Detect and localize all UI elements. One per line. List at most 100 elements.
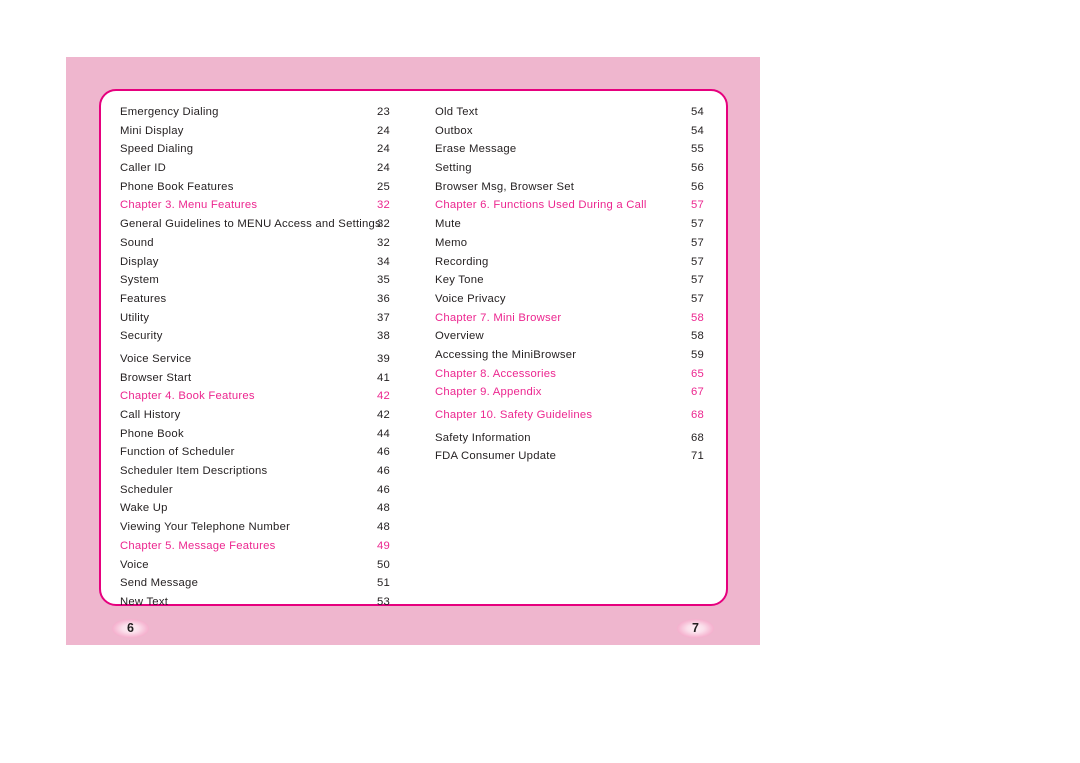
toc-entry-row[interactable]: Sound 32 (120, 234, 412, 253)
toc-entry-title: Chapter 7. Mini Browser (435, 311, 562, 324)
toc-entry-page-number: 57 (691, 236, 705, 249)
toc-entry-title: Features (120, 292, 167, 305)
toc-entry-title: Overview (435, 330, 484, 343)
toc-chapter-row[interactable]: Chapter 10. Safety Guidelines 68 (435, 406, 722, 425)
toc-entry-title: Caller ID (120, 162, 166, 175)
toc-entry-page-number: 65 (691, 367, 705, 380)
toc-entry-row[interactable]: Phone Book Features 25 (120, 178, 412, 197)
toc-entry-row[interactable]: Display 34 (120, 253, 412, 272)
toc-entry-row[interactable]: Browser Start 41 (120, 369, 412, 388)
toc-chapter-row[interactable]: Chapter 4. Book Features 42 (120, 387, 412, 406)
toc-entry-row[interactable]: New Text 53 (120, 593, 412, 612)
toc-entry-title: Phone Book Features (120, 180, 234, 193)
toc-entry-row[interactable]: Utility 37 (120, 309, 412, 328)
toc-entry-title: FDA Consumer Update (435, 450, 557, 463)
toc-entry-title: Emergency Dialing (120, 106, 219, 118)
toc-entry-row[interactable]: Accessing the MiniBrowser 59 (435, 346, 722, 365)
toc-entry-title: Old Text (435, 106, 479, 118)
toc-chapter-row[interactable]: Chapter 7. Mini Browser 58 (435, 309, 722, 328)
toc-entry-row[interactable]: Call History 42 (120, 406, 412, 425)
toc-entry-page-number: 44 (377, 427, 391, 440)
toc-entry-row[interactable]: Speed Dialing 24 (120, 140, 412, 159)
toc-entry-row[interactable]: Scheduler Item Descriptions 46 (120, 462, 412, 481)
toc-entry-page-number: 42 (377, 390, 391, 403)
toc-entry-row[interactable]: Mute 57 (435, 215, 722, 234)
toc-column-left: Emergency Dialing 23 Mini Display 24 Speed D… (120, 103, 412, 612)
page-number-left: 6 (127, 621, 134, 635)
toc-entry-row[interactable]: Caller ID 24 (120, 159, 412, 178)
toc-entry-row[interactable]: Features 36 (120, 290, 412, 309)
toc-entry-row[interactable]: Wake Up 48 (120, 499, 412, 518)
toc-entry-row[interactable]: Scheduler 46 (120, 481, 412, 500)
toc-entry-page-number: 37 (377, 311, 391, 324)
toc-entry-page-number: 34 (377, 255, 391, 268)
toc-entry-page-number: 32 (377, 236, 391, 249)
toc-chapter-row[interactable]: Chapter 5. Message Features 49 (120, 537, 412, 556)
toc-entry-row[interactable]: General Guidelines to MENU Access and Se… (120, 215, 412, 234)
toc-chapter-row[interactable]: Chapter 6. Functions Used During a Call 5… (435, 196, 722, 215)
toc-entry-title: Erase Message (435, 143, 517, 156)
page-number-badge-left: 6 (112, 619, 149, 638)
toc-entry-row[interactable]: Setting 56 (435, 159, 722, 178)
toc-chapter-row[interactable]: Chapter 8. Accessories 65 (435, 365, 722, 384)
toc-entry-row[interactable]: Key Tone 57 (435, 271, 722, 290)
toc-entry-page-number: 56 (691, 162, 705, 175)
toc-entry-page-number: 68 (691, 431, 705, 444)
toc-entry-page-number: 38 (377, 330, 391, 343)
toc-entry-page-number: 32 (377, 218, 391, 231)
toc-entry-page-number: 24 (377, 162, 391, 175)
toc-entry-row[interactable]: Voice 50 (120, 556, 412, 575)
toc-entry-row[interactable]: Browser Msg, Browser Set 56 (435, 178, 722, 197)
toc-entry-title: Viewing Your Telephone Number (120, 521, 291, 534)
toc-entry-title: Voice Privacy (435, 292, 506, 305)
toc-entry-row[interactable]: Voice Service 39 (120, 350, 412, 369)
toc-entry-title: Safety Information (435, 431, 531, 444)
toc-entry-title: Voice (120, 558, 149, 571)
toc-entry-title: Utility (120, 311, 150, 324)
toc-entry-page-number: 67 (691, 386, 705, 399)
toc-entry-title: Setting (435, 162, 472, 175)
toc-entry-title: System (120, 274, 160, 287)
toc-entry-row[interactable]: Overview 58 (435, 327, 722, 346)
toc-entry-title: Chapter 9. Appendix (435, 386, 542, 399)
toc-entry-row[interactable]: Security 38 (120, 327, 412, 346)
toc-entry-title: Outbox (435, 124, 473, 137)
toc-entry-row[interactable]: Function of Scheduler 46 (120, 443, 412, 462)
toc-entry-row[interactable]: Memo 57 (435, 234, 722, 253)
toc-entry-page-number: 71 (691, 450, 705, 463)
toc-entry-title: Mini Display (120, 124, 184, 137)
toc-chapter-row[interactable]: Chapter 3. Menu Features 32 (120, 196, 412, 215)
toc-entry-page-number: 51 (377, 577, 391, 590)
toc-column-right: Old Text 54 Outbox 54 Erase Message 55 Setting… (435, 103, 722, 466)
toc-entry-title: Send Message (120, 577, 199, 590)
toc-entry-page-number: 54 (691, 124, 705, 137)
toc-entry-page-number: 24 (377, 124, 391, 137)
toc-entry-row[interactable]: Safety Information 68 (435, 429, 722, 448)
toc-entry-title: New Text (120, 595, 169, 608)
toc-entry-page-number: 53 (377, 595, 391, 608)
toc-entry-row[interactable]: Mini Display 24 (120, 122, 412, 141)
toc-entry-page-number: 58 (691, 311, 705, 324)
toc-entry-title: Function of Scheduler (120, 446, 235, 459)
toc-entry-row[interactable]: System 35 (120, 271, 412, 290)
toc-entry-title: Phone Book (120, 427, 184, 440)
toc-entry-page-number: 50 (377, 558, 391, 571)
toc-entry-title: Scheduler Item Descriptions (120, 465, 268, 478)
toc-entry-page-number: 55 (691, 143, 705, 156)
toc-chapter-row[interactable]: Chapter 9. Appendix 67 (435, 383, 722, 402)
toc-entry-row[interactable]: Old Text 54 (435, 103, 722, 122)
toc-entry-title: Call History (120, 409, 181, 421)
toc-entry-row[interactable]: Emergency Dialing 23 (120, 103, 412, 122)
toc-entry-page-number: 57 (691, 218, 705, 231)
toc-entry-row[interactable]: Erase Message 55 (435, 140, 722, 159)
toc-entry-row[interactable]: Viewing Your Telephone Number 48 (120, 518, 412, 537)
toc-entry-row[interactable]: FDA Consumer Update 71 (435, 447, 722, 466)
toc-entry-row[interactable]: Outbox 54 (435, 122, 722, 141)
toc-entry-title: Recording (435, 255, 489, 268)
toc-entry-page-number: 25 (377, 180, 391, 193)
toc-entry-row[interactable]: Phone Book 44 (120, 425, 412, 444)
toc-entry-title: Voice Service (120, 352, 192, 365)
toc-entry-row[interactable]: Voice Privacy 57 (435, 290, 722, 309)
toc-entry-row[interactable]: Send Message 51 (120, 574, 412, 593)
toc-entry-row[interactable]: Recording 57 (435, 253, 722, 272)
